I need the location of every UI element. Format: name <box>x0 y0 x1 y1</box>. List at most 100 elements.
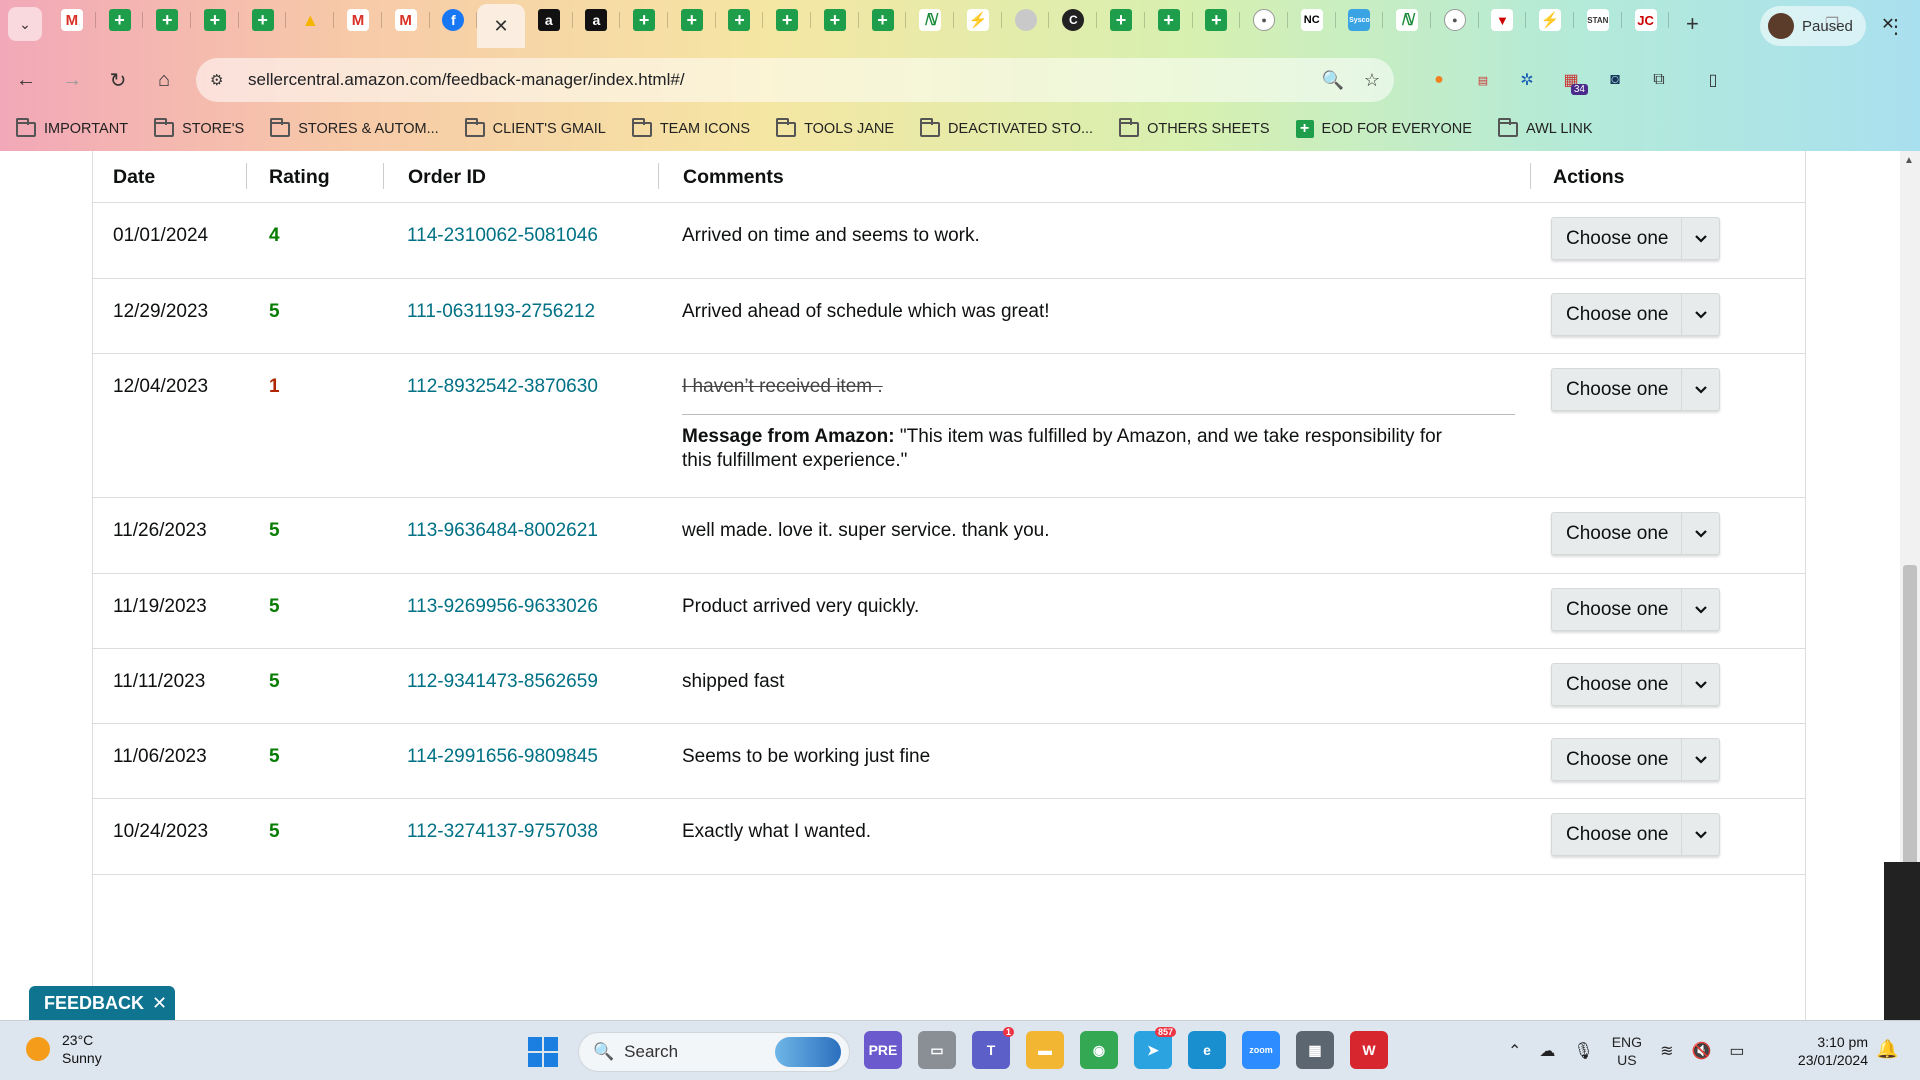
extension-dark-icon[interactable]: ◙ <box>1598 63 1632 97</box>
volume-muted-icon[interactable]: 🔇 <box>1691 1041 1711 1061</box>
action-dropdown[interactable]: Choose one <box>1551 217 1720 260</box>
browser-tab[interactable]: f <box>430 0 478 40</box>
bookmark-item[interactable]: IMPORTANT <box>16 117 128 137</box>
wifi-icon[interactable]: ≋ <box>1660 1041 1673 1061</box>
bookmark-item[interactable]: TEAM ICONS <box>631 117 750 137</box>
browser-tab[interactable]: C <box>1049 0 1097 40</box>
browser-menu-button[interactable]: ⋮ <box>1878 6 1914 46</box>
taskbar-search[interactable]: 🔍 Search <box>578 1032 850 1072</box>
header-rating[interactable]: Rating <box>269 161 330 193</box>
browser-tab[interactable]: + <box>1145 0 1193 40</box>
telegram-icon[interactable]: ➤ 857 <box>1134 1027 1176 1069</box>
browser-tab[interactable]: + <box>716 0 764 40</box>
header-date[interactable]: Date <box>113 161 155 193</box>
action-dropdown[interactable]: Choose one <box>1551 738 1720 781</box>
bookmark-item[interactable]: TOOLS JANE <box>776 117 894 137</box>
browser-tab[interactable]: ℕ <box>906 0 954 40</box>
bookmark-item[interactable]: DEACTIVATED STO... <box>920 117 1093 137</box>
browser-tab[interactable]: ▲ <box>286 0 334 40</box>
bookmark-item[interactable]: AWL LINK <box>1497 117 1593 137</box>
onedrive-icon[interactable]: ☁ <box>1539 1041 1555 1061</box>
browser-tab[interactable]: ⚡ <box>954 0 1002 40</box>
order-id-link[interactable]: 112-3274137-9757038 <box>407 821 598 843</box>
order-id-link[interactable]: 111-0631193-2756212 <box>407 301 595 323</box>
tab-search-button[interactable]: ⌄ <box>8 7 42 41</box>
url-text[interactable]: sellercentral.amazon.com/feedback-manage… <box>248 70 685 90</box>
bookmark-item[interactable]: + EOD FOR EVERYONE <box>1295 120 1472 138</box>
language-indicator[interactable]: ENG US <box>1612 1033 1642 1069</box>
action-dropdown[interactable]: Choose one <box>1551 813 1720 856</box>
action-dropdown[interactable]: Choose one <box>1551 663 1720 706</box>
reload-button[interactable]: ↻ <box>98 60 138 100</box>
browser-tab[interactable]: + <box>763 0 811 40</box>
browser-tab[interactable]: NC <box>1288 0 1336 40</box>
browser-tab[interactable]: Sysco <box>1336 0 1384 40</box>
copilot-icon[interactable]: PRE <box>864 1031 902 1069</box>
profile-button[interactable]: Paused <box>1760 6 1866 46</box>
close-icon[interactable]: ✕ <box>152 993 167 1014</box>
feedback-tab[interactable]: FEEDBACK ✕ <box>29 986 175 1020</box>
browser-tab[interactable]: + <box>811 0 859 40</box>
bookmark-star-icon[interactable]: ☆ <box>1364 70 1380 91</box>
calculator-icon[interactable]: ▦ <box>1296 1031 1334 1069</box>
action-dropdown[interactable]: Choose one <box>1551 293 1720 336</box>
zoom-icon[interactable]: 🔍 <box>1321 70 1343 91</box>
order-id-link[interactable]: 113-9269956-9633026 <box>407 596 598 618</box>
order-id-link[interactable]: 114-2310062-5081046 <box>407 225 598 247</box>
battery-icon[interactable]: ▭ <box>1729 1041 1744 1061</box>
zoom-icon[interactable]: zoom <box>1242 1031 1280 1069</box>
action-dropdown[interactable]: Choose one <box>1551 512 1720 555</box>
extension-blue-icon[interactable]: ✲ <box>1510 63 1544 97</box>
new-tab-button[interactable]: + <box>1675 7 1709 41</box>
folder-icon[interactable]: ▬ <box>1026 1031 1064 1069</box>
browser-tab[interactable]: + <box>1097 0 1145 40</box>
browser-tab[interactable] <box>1002 0 1050 40</box>
browser-tab[interactable]: + <box>1193 0 1241 40</box>
extension-red-icon[interactable]: ▤ <box>1466 63 1500 97</box>
bookmark-item[interactable]: CLIENT'S GMAIL <box>464 117 606 137</box>
close-icon[interactable]: ✕ <box>490 15 512 37</box>
back-button[interactable]: ← <box>6 60 46 100</box>
browser-tab[interactable]: a <box>573 0 621 40</box>
bookmark-item[interactable]: OTHERS SHEETS <box>1119 117 1270 137</box>
order-id-link[interactable]: 112-9341473-8562659 <box>407 671 598 693</box>
file-manager-icon[interactable]: ▭ <box>918 1031 956 1069</box>
bookmark-item[interactable]: STORES & AUTOM... <box>270 117 439 137</box>
extension-calendar-icon[interactable]: ▦ 34 <box>1554 63 1588 97</box>
order-id-link[interactable]: 113-9636484-8002621 <box>407 520 598 542</box>
browser-tab[interactable]: M <box>334 0 382 40</box>
chevron-up-icon[interactable]: ⌃ <box>1508 1041 1521 1061</box>
extension-orange-icon[interactable]: ● <box>1422 63 1456 97</box>
browser-tab[interactable]: ℕ <box>1383 0 1431 40</box>
bookmark-item[interactable]: STORE'S <box>154 117 244 137</box>
taskbar-clock[interactable]: 3:10 pm 23/01/2024 <box>1784 1033 1868 1069</box>
browser-tab[interactable]: M <box>48 0 96 40</box>
teams-icon[interactable]: T1 <box>972 1027 1014 1069</box>
browser-tab[interactable]: JC <box>1622 0 1670 40</box>
browser-tab[interactable]: + <box>668 0 716 40</box>
order-id-link[interactable]: 112-8932542-3870630 <box>407 376 598 398</box>
browser-tab[interactable]: ▼ <box>1479 0 1527 40</box>
extensions-puzzle-icon[interactable]: ⧉ <box>1642 63 1676 97</box>
browser-tab[interactable]: STAN <box>1574 0 1622 40</box>
edge-icon[interactable]: e <box>1188 1031 1226 1069</box>
browser-tab[interactable]: M <box>382 0 430 40</box>
browser-tab[interactable]: + <box>143 0 191 40</box>
wps-icon[interactable]: W <box>1350 1031 1388 1069</box>
browser-tab[interactable]: + <box>859 0 907 40</box>
browser-tab[interactable]: + <box>620 0 668 40</box>
browser-tab[interactable]: + <box>191 0 239 40</box>
tab-active[interactable]: ✕ <box>477 4 525 48</box>
browser-tab[interactable]: ● <box>1240 0 1288 40</box>
browser-tab[interactable]: ● <box>1431 0 1479 40</box>
browser-tab[interactable]: + <box>239 0 287 40</box>
action-dropdown[interactable]: Choose one <box>1551 368 1720 411</box>
weather-widget[interactable]: 23°C Sunny <box>26 1031 102 1067</box>
scroll-up-icon[interactable]: ▲ <box>1904 155 1914 166</box>
chrome-icon[interactable]: ◉ <box>1080 1031 1118 1069</box>
forward-button[interactable]: → <box>52 60 92 100</box>
start-button[interactable] <box>528 1037 558 1067</box>
browser-tab[interactable]: ⚡ <box>1526 0 1574 40</box>
site-info-icon[interactable]: ⚙ <box>210 71 238 89</box>
side-panel-icon[interactable]: ▯ <box>1696 63 1730 97</box>
